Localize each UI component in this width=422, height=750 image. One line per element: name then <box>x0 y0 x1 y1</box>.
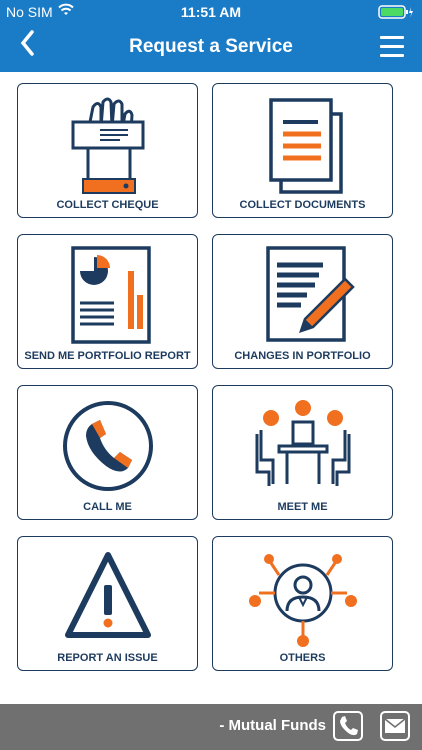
email-button[interactable] <box>380 711 410 741</box>
meeting-icon <box>255 400 350 486</box>
tile-label: REPORT AN ISSUE <box>57 652 158 664</box>
hamburger-menu-icon <box>380 36 404 39</box>
ticker-text: - Mutual Funds <box>219 717 326 734</box>
collect-cheque-tile[interactable]: COLLECT CHEQUE <box>17 83 198 218</box>
hand-cheque-icon <box>71 97 144 194</box>
tile-label: COLLECT DOCUMENTS <box>239 199 366 211</box>
report-chart-icon <box>70 246 151 344</box>
phone-icon <box>340 716 358 736</box>
tile-label: SEND ME PORTFOLIO REPORT <box>24 350 191 362</box>
report-an-issue-tile[interactable]: REPORT AN ISSUE <box>17 536 198 671</box>
meet-me-tile[interactable]: MEET ME <box>212 385 393 520</box>
tile-label: MEET ME <box>277 501 328 513</box>
tile-label: OTHERS <box>279 652 326 664</box>
network-user-icon <box>248 554 357 647</box>
footer-bar: - Mutual Funds <box>0 704 422 750</box>
tile-label: CALL ME <box>83 501 132 513</box>
phone-icon <box>62 401 153 491</box>
tile-label: COLLECT CHEQUE <box>56 199 159 211</box>
battery-icon <box>378 5 414 22</box>
tile-label: CHANGES IN PORTFOLIO <box>234 350 371 362</box>
status-bar: No SIM 11:51 AM <box>0 0 422 24</box>
mail-icon <box>384 718 406 733</box>
changes-in-portfolio-tile[interactable]: CHANGES IN PORTFOLIO <box>212 234 393 369</box>
warning-icon <box>64 552 151 638</box>
send-portfolio-report-tile[interactable]: SEND ME PORTFOLIO REPORT <box>17 234 198 369</box>
collect-documents-tile[interactable]: COLLECT DOCUMENTS <box>212 83 393 218</box>
call-button[interactable] <box>333 711 363 741</box>
others-tile[interactable]: OTHERS <box>212 536 393 671</box>
menu-button[interactable] <box>380 36 404 58</box>
clock: 11:51 AM <box>180 4 242 20</box>
page-title: Request a Service <box>129 36 293 57</box>
documents-icon <box>268 98 343 194</box>
call-me-tile[interactable]: CALL ME <box>17 385 198 520</box>
navigation-bar: Request a Service <box>0 24 422 72</box>
edit-document-icon <box>265 246 355 342</box>
